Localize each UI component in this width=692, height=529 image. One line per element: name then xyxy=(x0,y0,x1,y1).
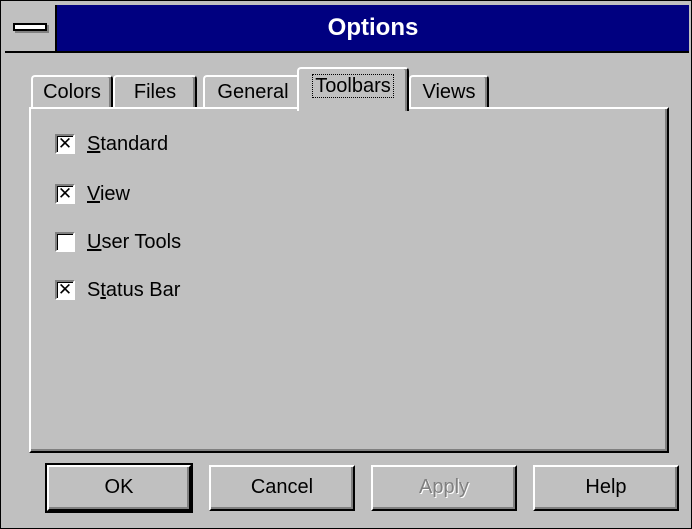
ok-button[interactable]: OK xyxy=(45,463,193,513)
tab-files[interactable]: Files xyxy=(113,75,197,109)
user-tools-checkbox[interactable] xyxy=(55,232,75,252)
system-menu-icon xyxy=(13,23,47,31)
checkmark-icon: ✕ xyxy=(57,280,73,299)
title-bar[interactable]: Options xyxy=(5,5,689,53)
tab-strip: Colors Files General Toolbars Views xyxy=(31,67,671,111)
view-checkbox[interactable]: ✕ xyxy=(55,184,75,204)
option-user-tools[interactable]: User Tools xyxy=(55,227,181,257)
tab-toolbars[interactable]: Toolbars xyxy=(297,67,409,111)
help-label: Help xyxy=(585,476,627,498)
system-menu-button[interactable] xyxy=(5,5,57,51)
cancel-button[interactable]: Cancel xyxy=(209,465,355,511)
option-status-bar[interactable]: ✕ Status Bar xyxy=(55,275,180,305)
status-bar-label: Status Bar xyxy=(87,278,181,301)
apply-button[interactable]: Apply xyxy=(371,465,517,511)
option-view[interactable]: ✕ View xyxy=(55,179,130,209)
option-standard[interactable]: ✕ Standard xyxy=(55,129,168,159)
tab-views[interactable]: Views xyxy=(409,75,489,109)
window-title: Options xyxy=(327,14,419,41)
status-bar-checkbox[interactable]: ✕ xyxy=(55,280,75,300)
tab-label: Views xyxy=(422,81,476,103)
cancel-label: Cancel xyxy=(250,476,314,498)
standard-label: Standard xyxy=(87,132,169,155)
standard-checkbox[interactable]: ✕ xyxy=(55,134,75,154)
tab-label: General xyxy=(217,81,289,103)
options-dialog: Options Colors Files General Toolbars Vi… xyxy=(0,0,692,529)
tab-label: Files xyxy=(133,81,177,103)
tab-label: Colors xyxy=(43,81,101,103)
tab-label: Toolbars xyxy=(312,74,394,98)
toolbars-panel: ✕ Standard ✕ View User Tools ✕ Status Ba… xyxy=(29,107,669,453)
help-button[interactable]: Help xyxy=(533,465,679,511)
user-tools-label: User Tools xyxy=(87,230,182,253)
view-label: View xyxy=(87,182,130,205)
apply-label: Apply xyxy=(418,476,470,498)
checkmark-icon: ✕ xyxy=(57,184,73,203)
checkmark-icon: ✕ xyxy=(57,134,73,153)
tab-general[interactable]: General xyxy=(203,75,303,109)
tab-colors[interactable]: Colors xyxy=(31,75,113,109)
ok-label: OK xyxy=(104,476,134,498)
